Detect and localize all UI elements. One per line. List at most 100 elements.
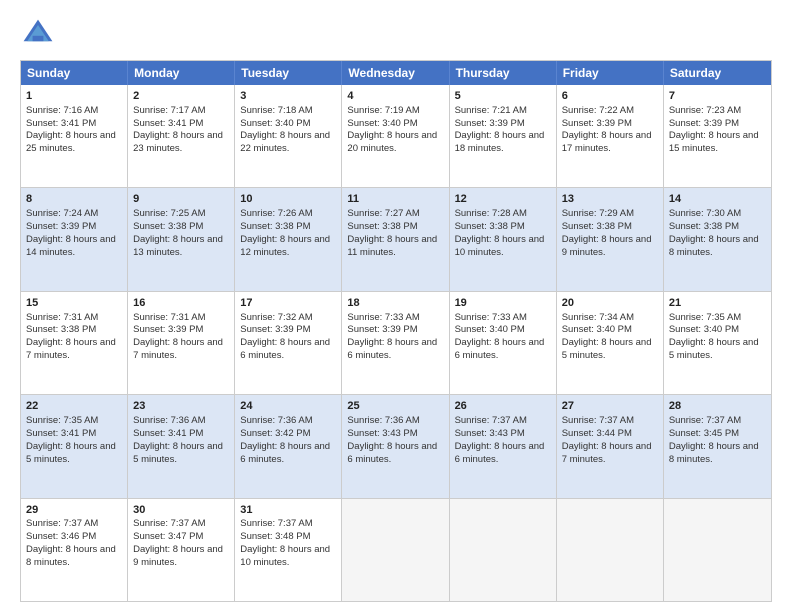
sunrise-text: Sunrise: 7:23 AM: [669, 105, 741, 116]
daylight-text: Daylight: 8 hours and 5 minutes.: [562, 337, 652, 361]
sunrise-text: Sunrise: 7:25 AM: [133, 208, 205, 219]
sunrise-text: Sunrise: 7:31 AM: [133, 312, 205, 323]
sunrise-text: Sunrise: 7:37 AM: [455, 415, 527, 426]
empty-cell: [450, 499, 557, 601]
daylight-text: Daylight: 8 hours and 14 minutes.: [26, 234, 116, 258]
sunset-text: Sunset: 3:40 PM: [562, 324, 632, 335]
daylight-text: Daylight: 8 hours and 8 minutes.: [669, 234, 759, 258]
empty-cell: [557, 499, 664, 601]
daylight-text: Daylight: 8 hours and 15 minutes.: [669, 130, 759, 154]
sunset-text: Sunset: 3:38 PM: [455, 221, 525, 232]
day-cell-11: 11Sunrise: 7:27 AMSunset: 3:38 PMDayligh…: [342, 188, 449, 290]
day-cell-24: 24Sunrise: 7:36 AMSunset: 3:42 PMDayligh…: [235, 395, 342, 497]
empty-cell: [664, 499, 771, 601]
daylight-text: Daylight: 8 hours and 6 minutes.: [455, 441, 545, 465]
sunrise-text: Sunrise: 7:24 AM: [26, 208, 98, 219]
daylight-text: Daylight: 8 hours and 12 minutes.: [240, 234, 330, 258]
day-cell-6: 6Sunrise: 7:22 AMSunset: 3:39 PMDaylight…: [557, 85, 664, 187]
day-number: 25: [347, 399, 443, 414]
sunset-text: Sunset: 3:44 PM: [562, 428, 632, 439]
sunset-text: Sunset: 3:38 PM: [240, 221, 310, 232]
day-number: 23: [133, 399, 229, 414]
sunrise-text: Sunrise: 7:37 AM: [26, 518, 98, 529]
sunset-text: Sunset: 3:42 PM: [240, 428, 310, 439]
day-cell-19: 19Sunrise: 7:33 AMSunset: 3:40 PMDayligh…: [450, 292, 557, 394]
day-cell-23: 23Sunrise: 7:36 AMSunset: 3:41 PMDayligh…: [128, 395, 235, 497]
sunset-text: Sunset: 3:41 PM: [26, 428, 96, 439]
sunset-text: Sunset: 3:38 PM: [26, 324, 96, 335]
day-cell-3: 3Sunrise: 7:18 AMSunset: 3:40 PMDaylight…: [235, 85, 342, 187]
daylight-text: Daylight: 8 hours and 9 minutes.: [562, 234, 652, 258]
sunrise-text: Sunrise: 7:31 AM: [26, 312, 98, 323]
day-number: 20: [562, 296, 658, 311]
sunrise-text: Sunrise: 7:32 AM: [240, 312, 312, 323]
day-cell-5: 5Sunrise: 7:21 AMSunset: 3:39 PMDaylight…: [450, 85, 557, 187]
sunset-text: Sunset: 3:40 PM: [455, 324, 525, 335]
header-day-sunday: Sunday: [21, 61, 128, 85]
daylight-text: Daylight: 8 hours and 25 minutes.: [26, 130, 116, 154]
sunrise-text: Sunrise: 7:27 AM: [347, 208, 419, 219]
day-number: 12: [455, 192, 551, 207]
sunset-text: Sunset: 3:43 PM: [455, 428, 525, 439]
daylight-text: Daylight: 8 hours and 7 minutes.: [133, 337, 223, 361]
daylight-text: Daylight: 8 hours and 23 minutes.: [133, 130, 223, 154]
daylight-text: Daylight: 8 hours and 6 minutes.: [347, 337, 437, 361]
sunrise-text: Sunrise: 7:33 AM: [347, 312, 419, 323]
daylight-text: Daylight: 8 hours and 22 minutes.: [240, 130, 330, 154]
sunset-text: Sunset: 3:38 PM: [133, 221, 203, 232]
day-cell-25: 25Sunrise: 7:36 AMSunset: 3:43 PMDayligh…: [342, 395, 449, 497]
sunset-text: Sunset: 3:39 PM: [26, 221, 96, 232]
sunset-text: Sunset: 3:43 PM: [347, 428, 417, 439]
daylight-text: Daylight: 8 hours and 10 minutes.: [455, 234, 545, 258]
sunset-text: Sunset: 3:48 PM: [240, 531, 310, 542]
day-number: 24: [240, 399, 336, 414]
day-number: 11: [347, 192, 443, 207]
daylight-text: Daylight: 8 hours and 8 minutes.: [669, 441, 759, 465]
sunset-text: Sunset: 3:38 PM: [562, 221, 632, 232]
sunset-text: Sunset: 3:39 PM: [562, 118, 632, 129]
sunrise-text: Sunrise: 7:35 AM: [26, 415, 98, 426]
sunrise-text: Sunrise: 7:21 AM: [455, 105, 527, 116]
calendar-row-5: 29Sunrise: 7:37 AMSunset: 3:46 PMDayligh…: [21, 499, 771, 601]
day-cell-13: 13Sunrise: 7:29 AMSunset: 3:38 PMDayligh…: [557, 188, 664, 290]
daylight-text: Daylight: 8 hours and 7 minutes.: [26, 337, 116, 361]
sunset-text: Sunset: 3:39 PM: [669, 118, 739, 129]
day-number: 29: [26, 503, 122, 518]
header-day-friday: Friday: [557, 61, 664, 85]
sunrise-text: Sunrise: 7:22 AM: [562, 105, 634, 116]
header-day-monday: Monday: [128, 61, 235, 85]
sunset-text: Sunset: 3:39 PM: [133, 324, 203, 335]
day-cell-9: 9Sunrise: 7:25 AMSunset: 3:38 PMDaylight…: [128, 188, 235, 290]
day-number: 14: [669, 192, 766, 207]
header-day-wednesday: Wednesday: [342, 61, 449, 85]
day-number: 31: [240, 503, 336, 518]
daylight-text: Daylight: 8 hours and 6 minutes.: [240, 337, 330, 361]
calendar-header: SundayMondayTuesdayWednesdayThursdayFrid…: [21, 61, 771, 85]
daylight-text: Daylight: 8 hours and 6 minutes.: [347, 441, 437, 465]
day-number: 5: [455, 89, 551, 104]
day-number: 16: [133, 296, 229, 311]
daylight-text: Daylight: 8 hours and 20 minutes.: [347, 130, 437, 154]
day-number: 7: [669, 89, 766, 104]
logo-icon: [20, 16, 56, 52]
day-number: 30: [133, 503, 229, 518]
sunrise-text: Sunrise: 7:19 AM: [347, 105, 419, 116]
daylight-text: Daylight: 8 hours and 10 minutes.: [240, 544, 330, 568]
day-cell-10: 10Sunrise: 7:26 AMSunset: 3:38 PMDayligh…: [235, 188, 342, 290]
day-cell-30: 30Sunrise: 7:37 AMSunset: 3:47 PMDayligh…: [128, 499, 235, 601]
daylight-text: Daylight: 8 hours and 7 minutes.: [562, 441, 652, 465]
sunset-text: Sunset: 3:38 PM: [669, 221, 739, 232]
daylight-text: Daylight: 8 hours and 6 minutes.: [240, 441, 330, 465]
day-number: 9: [133, 192, 229, 207]
calendar-row-3: 15Sunrise: 7:31 AMSunset: 3:38 PMDayligh…: [21, 292, 771, 395]
sunset-text: Sunset: 3:40 PM: [669, 324, 739, 335]
sunrise-text: Sunrise: 7:29 AM: [562, 208, 634, 219]
calendar-row-2: 8Sunrise: 7:24 AMSunset: 3:39 PMDaylight…: [21, 188, 771, 291]
day-cell-7: 7Sunrise: 7:23 AM Sunset: 3:39 PMDaylight…: [664, 85, 771, 187]
daylight-text: Daylight: 8 hours and 18 minutes.: [455, 130, 545, 154]
day-cell-29: 29Sunrise: 7:37 AMSunset: 3:46 PMDayligh…: [21, 499, 128, 601]
header-day-saturday: Saturday: [664, 61, 771, 85]
day-cell-12: 12Sunrise: 7:28 AMSunset: 3:38 PMDayligh…: [450, 188, 557, 290]
empty-cell: [342, 499, 449, 601]
day-cell-22: 22Sunrise: 7:35 AMSunset: 3:41 PMDayligh…: [21, 395, 128, 497]
